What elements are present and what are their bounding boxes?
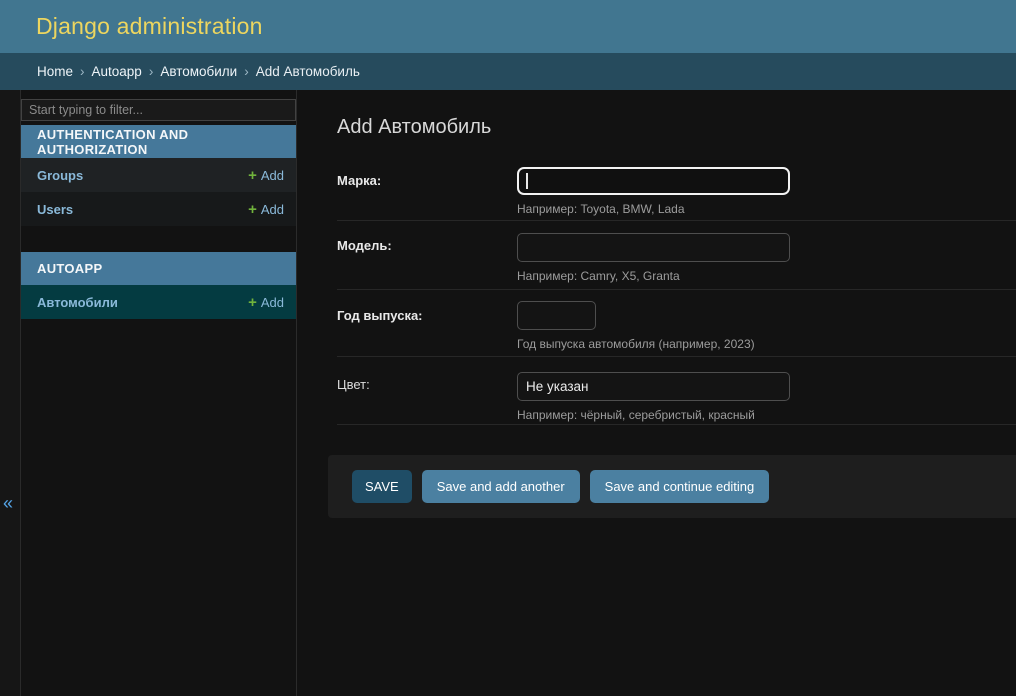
color-label: Цвет: <box>337 357 517 424</box>
year-help-text: Год выпуска автомобиля (например, 2023) <box>517 337 1016 351</box>
add-icon: + <box>248 168 257 183</box>
breadcrumb: Home › Autoapp › Автомобили › Add Автомо… <box>0 53 1016 90</box>
save-and-continue-editing-button[interactable]: Save and continue editing <box>590 470 770 503</box>
collapse-sidebar-icon[interactable]: « <box>3 494 13 512</box>
year-input[interactable] <box>517 301 596 330</box>
form-row-year: Год выпуска: Год выпуска автомобиля (нап… <box>337 290 1016 357</box>
save-button[interactable]: SAVE <box>352 470 412 503</box>
breadcrumb-cars-list[interactable]: Автомобили <box>160 64 237 79</box>
year-label: Год выпуска: <box>337 290 517 356</box>
main-content: Add Автомобиль Марка: Например: Toyota, … <box>298 90 1016 696</box>
groups-link[interactable]: Groups <box>37 168 83 183</box>
text-cursor <box>526 173 528 189</box>
cars-link[interactable]: Автомобили <box>37 295 118 310</box>
add-label: Add <box>261 295 284 310</box>
add-label: Add <box>261 168 284 183</box>
color-help-text: Например: чёрный, серебристый, красный <box>517 408 1016 422</box>
sidebar-item-groups[interactable]: Groups + Add <box>21 158 296 192</box>
model-label: Модель: <box>337 221 517 289</box>
sidebar-item-cars[interactable]: Автомобили + Add <box>21 285 296 319</box>
form-row-marka: Марка: Например: Toyota, BMW, Lada <box>337 160 1016 221</box>
sidebar-item-users[interactable]: Users + Add <box>21 192 296 226</box>
marka-help-text: Например: Toyota, BMW, Lada <box>517 202 1016 216</box>
submit-row: SAVE Save and add another Save and conti… <box>328 455 1016 518</box>
breadcrumb-autoapp[interactable]: Autoapp <box>92 64 142 79</box>
sidebar: AUTHENTICATION AND AUTHORIZATION Groups … <box>21 90 297 696</box>
cars-add-link[interactable]: + Add <box>248 295 284 310</box>
form-row-model: Модель: Например: Camry, X5, Granta <box>337 221 1016 290</box>
section-header-autoapp[interactable]: AUTOAPP <box>21 252 296 285</box>
site-title[interactable]: Django administration <box>36 0 263 53</box>
marka-label: Марка: <box>337 160 517 220</box>
django-admin-app: Django administration Home › Autoapp › А… <box>0 0 1016 696</box>
sidebar-collapse-strip: « <box>0 90 21 696</box>
add-icon: + <box>248 202 257 217</box>
model-help-text: Например: Camry, X5, Granta <box>517 269 1016 283</box>
users-add-link[interactable]: + Add <box>248 202 284 217</box>
breadcrumb-separator: › <box>244 64 249 79</box>
header: Django administration <box>0 0 1016 53</box>
breadcrumb-separator: › <box>149 64 154 79</box>
add-icon: + <box>248 295 257 310</box>
section-header-auth[interactable]: AUTHENTICATION AND AUTHORIZATION <box>21 125 296 158</box>
breadcrumb-current: Add Автомобиль <box>256 64 360 79</box>
color-input[interactable] <box>517 372 790 401</box>
sidebar-section-auth: AUTHENTICATION AND AUTHORIZATION Groups … <box>21 125 296 226</box>
save-and-add-another-button[interactable]: Save and add another <box>422 470 580 503</box>
page-title: Add Автомобиль <box>337 116 491 139</box>
marka-input[interactable] <box>517 167 790 195</box>
form-row-color: Цвет: Например: чёрный, серебристый, кра… <box>337 357 1016 425</box>
breadcrumb-separator: › <box>80 64 85 79</box>
breadcrumb-home[interactable]: Home <box>37 64 73 79</box>
users-link[interactable]: Users <box>37 202 73 217</box>
model-input[interactable] <box>517 233 790 262</box>
add-label: Add <box>261 202 284 217</box>
groups-add-link[interactable]: + Add <box>248 168 284 183</box>
sidebar-section-autoapp: AUTOAPP Автомобили + Add <box>21 252 296 319</box>
sidebar-filter-input[interactable] <box>21 99 296 121</box>
